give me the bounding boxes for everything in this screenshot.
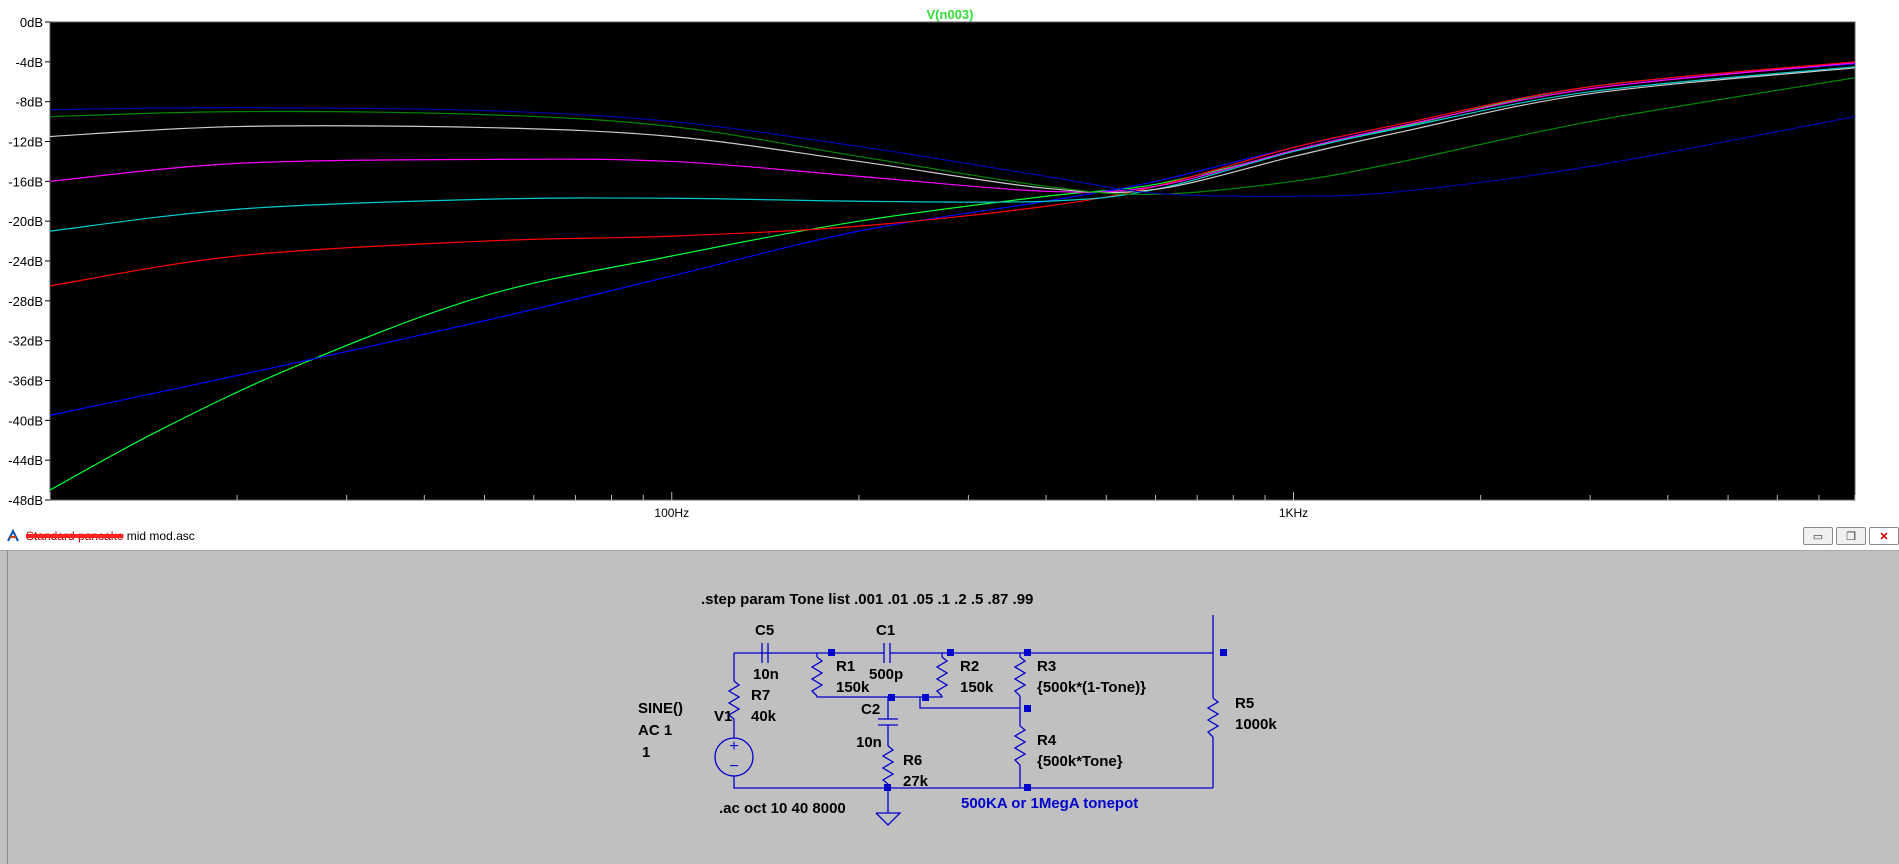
- schematic-canvas[interactable]: .step param Tone list .001 .01 .05 .1 .2…: [7, 551, 1899, 864]
- c1-name: C1: [876, 622, 895, 639]
- x-tick-label: 1KHz: [1279, 506, 1308, 520]
- resistor-r1[interactable]: R1 150k: [810, 656, 870, 697]
- y-tick-label: -16dB: [8, 174, 43, 189]
- y-tick-label: -40dB: [8, 413, 43, 428]
- r6-name: R6: [903, 752, 922, 769]
- schematic-window: Standard pancake mid mod.asc ▭ ❐ ✕ .step…: [0, 522, 1899, 864]
- plot-svg[interactable]: 0dB -4dB -8dB -12dB -16dB -20dB -24dB -28dB -32d…: [0, 0, 1899, 522]
- y-tick-label: -4dB: [16, 55, 43, 70]
- ltspice-app-icon: [7, 529, 19, 542]
- y-tick-label: -36dB: [8, 374, 43, 389]
- step-directive[interactable]: .step param Tone list .001 .01 .05 .1 .2…: [701, 591, 1033, 608]
- c5-name: C5: [755, 622, 774, 639]
- plot-background[interactable]: [49, 21, 1856, 501]
- r5-value: 1000k: [1235, 716, 1277, 733]
- maximize-button[interactable]: ❐: [1836, 527, 1866, 545]
- y-tick-label: 0dB: [20, 15, 43, 30]
- resistor-r6[interactable]: R6 27k: [881, 745, 929, 790]
- svg-text:+: +: [729, 738, 738, 755]
- y-tick-label: -24dB: [8, 254, 43, 269]
- r7-value: 40k: [751, 708, 777, 725]
- wires: [733, 615, 1214, 826]
- y-tick-label: -44dB: [8, 453, 43, 468]
- r2-value: 150k: [960, 679, 994, 696]
- y-tick-label: -32dB: [8, 334, 43, 349]
- trace-label-vn003[interactable]: V(n003): [927, 7, 974, 22]
- tonepot-note[interactable]: 500KA or 1MegA tonepot: [961, 795, 1138, 812]
- capacitor-c2[interactable]: C2 10n: [856, 701, 898, 751]
- resistor-r3[interactable]: R3 {500k*(1-Tone)}: [1013, 656, 1146, 697]
- r3-value: {500k*(1-Tone)}: [1037, 679, 1146, 696]
- resistor-r4[interactable]: R4 {500k*Tone}: [1013, 725, 1123, 770]
- resistor-r5[interactable]: R5 1000k: [1206, 695, 1277, 738]
- r7-name: R7: [751, 687, 770, 704]
- r1-value: 150k: [836, 679, 870, 696]
- y-tick-label: -12dB: [8, 135, 43, 150]
- waveform-viewer[interactable]: 0dB -4dB -8dB -12dB -16dB -20dB -24dB -28dB -32d…: [0, 0, 1899, 522]
- c2-name: C2: [861, 701, 880, 718]
- v1-name: V1: [714, 708, 732, 725]
- close-button[interactable]: ✕: [1869, 527, 1899, 545]
- x-tick-label: 100Hz: [654, 506, 689, 520]
- ac-directive[interactable]: .ac oct 10 40 8000: [719, 800, 846, 817]
- v1-line3: 1: [642, 744, 650, 761]
- resistor-r2[interactable]: R2 150k: [935, 656, 994, 697]
- r6-value: 27k: [903, 773, 929, 790]
- y-tick-label: -20dB: [8, 214, 43, 229]
- window-title-struck: Standard pancake: [26, 529, 124, 543]
- window-title-filename: mid mod.asc: [123, 529, 195, 543]
- y-tick-label: -8dB: [16, 95, 43, 110]
- r4-name: R4: [1037, 732, 1057, 749]
- c5-value: 10n: [753, 666, 779, 683]
- r1-name: R1: [836, 658, 855, 675]
- minimize-button[interactable]: ▭: [1803, 527, 1833, 545]
- v1-line1: SINE(): [638, 700, 683, 717]
- y-tick-label: -48dB: [8, 493, 43, 508]
- c1-value: 500p: [869, 666, 903, 683]
- r4-value: {500k*Tone}: [1037, 753, 1123, 770]
- schematic-svg[interactable]: .step param Tone list .001 .01 .05 .1 .2…: [8, 551, 1899, 864]
- r2-name: R2: [960, 658, 979, 675]
- title-bar[interactable]: Standard pancake mid mod.asc ▭ ❐ ✕: [0, 522, 1899, 551]
- window-title: Standard pancake mid mod.asc: [26, 529, 195, 543]
- resistor-r7[interactable]: R7 40k: [727, 680, 777, 725]
- r3-name: R3: [1037, 658, 1056, 675]
- c2-value: 10n: [856, 734, 882, 751]
- svg-text:−: −: [729, 758, 738, 775]
- y-tick-label: -28dB: [8, 294, 43, 309]
- r5-name: R5: [1235, 695, 1254, 712]
- v1-line2: AC 1: [638, 722, 672, 739]
